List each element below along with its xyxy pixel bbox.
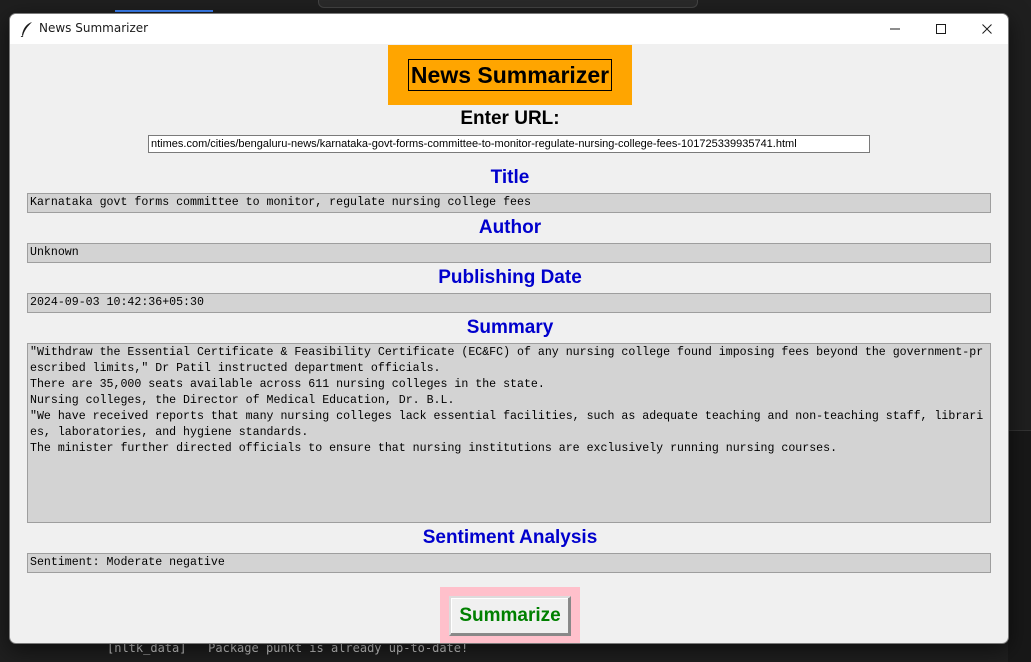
maximize-icon [935, 20, 947, 39]
feather-icon [20, 21, 34, 38]
sentiment-field[interactable]: Sentiment: Moderate negative [27, 553, 991, 573]
sentiment-analysis-label: Sentiment Analysis [422, 527, 598, 548]
background-tab [115, 0, 213, 12]
minimize-button[interactable] [872, 14, 918, 44]
title-bar[interactable]: News Summarizer [10, 14, 1008, 44]
background-command-box [318, 0, 698, 8]
app-heading: News Summarizer [407, 59, 613, 91]
author-field[interactable]: Unknown [27, 243, 991, 263]
maximize-button[interactable] [918, 14, 964, 44]
summarize-button[interactable]: Summarize [449, 596, 571, 636]
publishing-date-label: Publishing Date [438, 267, 582, 288]
url-label: Enter URL: [460, 108, 560, 129]
url-input[interactable]: ntimes.com/cities/bengaluru-news/karnata… [148, 135, 870, 153]
summary-text-area[interactable]: "Withdraw the Essential Certificate & Fe… [27, 343, 991, 523]
window-title: News Summarizer [39, 21, 149, 35]
background-terminal-panel [1008, 430, 1031, 662]
app-heading-frame: News Summarizer [388, 45, 632, 105]
close-icon [981, 20, 993, 39]
title-field[interactable]: Karnataka govt forms committee to monito… [27, 193, 991, 213]
publishing-date-field[interactable]: 2024-09-03 10:42:36+05:30 [27, 293, 991, 313]
news-summarizer-window: News Summarizer News Summarizer Enter UR… [9, 13, 1009, 644]
summary-label: Summary [466, 317, 554, 338]
minimize-icon [889, 20, 901, 39]
summarize-button-frame: Summarize [440, 587, 580, 643]
close-button[interactable] [964, 14, 1008, 44]
author-label: Author [478, 217, 542, 238]
title-label: Title [490, 167, 530, 188]
